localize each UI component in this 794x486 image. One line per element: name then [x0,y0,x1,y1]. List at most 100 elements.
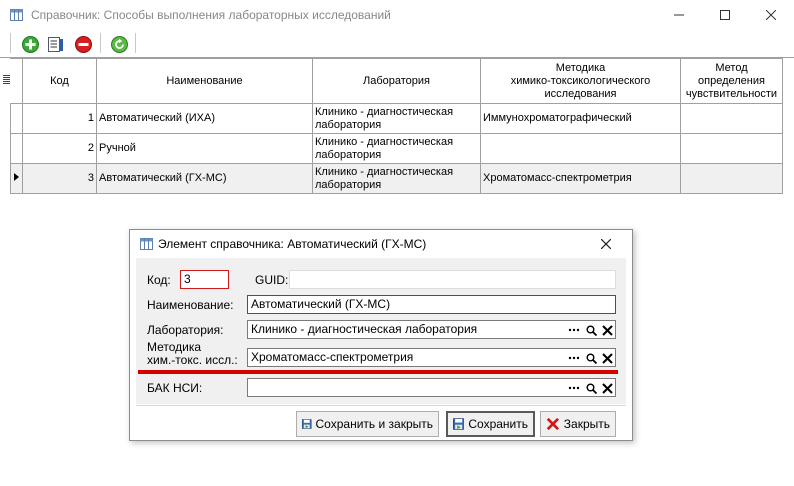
highlight-bar [138,370,618,374]
save-label: Сохранить [468,417,528,431]
cell-sensitivity[interactable] [680,163,783,194]
method-label-line2: хим.-токс. иссл.: [147,353,238,367]
cell-code[interactable]: 3 [22,163,97,194]
element-dialog: Элемент справочника: Автоматический (ГХ-… [129,229,633,441]
close-label: Закрыть [563,417,610,431]
window-title: Справочник: Способы выполнения лаборатор… [31,8,391,22]
edit-icon [47,36,63,52]
close-dialog-button[interactable]: Закрыть [540,411,616,437]
close-icon [601,239,611,249]
code-input[interactable]: 3 [180,270,229,289]
bak-label: БАК НСИ: [147,381,203,395]
data-grid: Код Наименование Лаборатория Методика хи… [0,58,783,194]
save-and-close-button[interactable]: Сохранить и закрыть [296,411,439,437]
list-settings-icon [3,74,10,84]
cell-name[interactable]: Автоматический (ГХ-МС) [96,163,313,194]
ellipsis-icon [568,386,580,390]
table-row[interactable]: 1 Автоматический (ИХА) Клинико - диагнос… [10,103,783,134]
cell-lab[interactable]: Клинико - диагностическая лаборатория [312,163,481,194]
lab-clear-button[interactable] [600,323,614,337]
window-titlebar: Справочник: Способы выполнения лаборатор… [0,0,794,30]
column-header-lab[interactable]: Лаборатория [312,58,481,104]
lab-value: Клинико - диагностическая лаборатория [251,322,478,336]
save-icon [302,419,312,429]
search-icon [586,383,597,394]
ellipsis-icon [568,328,580,332]
cell-method[interactable] [480,133,681,164]
guid-label: GUID: [255,273,289,287]
bak-clear-button[interactable] [600,381,614,395]
code-label: Код: [147,273,171,287]
bak-input[interactable] [247,378,616,397]
table-row[interactable]: 2 Ручной Клинико - диагностическая лабор… [10,133,783,164]
current-row-arrow-icon [14,173,19,181]
bak-search-button[interactable] [584,381,598,395]
row-indicator [10,133,23,164]
dialog-footer-divider [136,405,626,406]
cell-code[interactable]: 2 [22,133,97,164]
refresh-icon [110,35,128,53]
clear-icon [601,382,613,394]
toolbar-separator [10,33,11,53]
cell-sensitivity[interactable] [680,103,783,134]
refresh-button[interactable] [108,33,130,55]
lab-label: Лаборатория: [147,323,224,337]
cancel-x-icon [546,417,560,431]
table-icon [10,9,23,21]
delete-icon [74,35,92,53]
lab-select-button[interactable] [567,323,581,337]
maximize-icon [720,10,730,20]
guid-input[interactable] [289,270,616,289]
toolbar [0,30,794,57]
edit-button[interactable] [44,33,66,55]
column-header-method[interactable]: Методика химико-токсикологического иссле… [480,58,681,104]
save-icon [453,418,465,430]
method-search-button[interactable] [584,351,598,365]
search-icon [586,325,597,336]
grid-header: Код Наименование Лаборатория Методика хи… [0,58,783,104]
column-header-name[interactable]: Наименование [96,58,313,104]
maximize-button[interactable] [702,0,748,30]
add-icon [21,35,39,53]
column-header-code[interactable]: Код [22,58,97,104]
method-value: Хроматомасс-спектрометрия [251,350,414,364]
name-label: Наименование: [147,298,234,312]
save-and-close-label: Сохранить и закрыть [315,417,433,431]
row-indicator [10,163,23,194]
save-button[interactable]: Сохранить [446,411,535,437]
method-label-line1: Методика [147,340,202,354]
dialog-title: Элемент справочника: Автоматический (ГХ-… [158,237,427,251]
method-input[interactable]: Хроматомасс-спектрометрия [247,348,616,367]
lab-search-button[interactable] [584,323,598,337]
column-chooser-button[interactable] [0,58,13,104]
name-input[interactable]: Автоматический (ГХ-МС) [247,295,616,314]
cell-method[interactable]: Иммунохроматографический [480,103,681,134]
dialog-close-button[interactable] [592,234,620,254]
clear-icon [601,324,613,336]
column-header-sensitivity[interactable]: Метод определения чувствительности [680,58,783,104]
close-window-button[interactable] [748,0,794,30]
method-select-button[interactable] [567,351,581,365]
table-icon [140,238,153,250]
cell-name[interactable]: Ручной [96,133,313,164]
minimize-icon [674,14,684,16]
row-indicator [10,103,23,134]
table-row[interactable]: 3 Автоматический (ГХ-МС) Клинико - диагн… [10,163,783,194]
cell-method[interactable]: Хроматомасс-спектрометрия [480,163,681,194]
minimize-button[interactable] [656,0,702,30]
method-clear-button[interactable] [600,351,614,365]
delete-button[interactable] [72,33,94,55]
cell-lab[interactable]: Клинико - диагностическая лаборатория [312,133,481,164]
cell-name[interactable]: Автоматический (ИХА) [96,103,313,134]
dialog-body: Код: 3 GUID: Наименование: Автоматически… [136,258,626,404]
lab-input[interactable]: Клинико - диагностическая лаборатория [247,320,616,339]
bak-select-button[interactable] [567,381,581,395]
clear-icon [601,352,613,364]
dialog-titlebar: Элемент справочника: Автоматический (ГХ-… [130,230,632,258]
cell-lab[interactable]: Клинико - диагностическая лаборатория [312,103,481,134]
toolbar-separator [135,33,136,53]
ellipsis-icon [568,356,580,360]
cell-code[interactable]: 1 [22,103,97,134]
add-button[interactable] [19,33,41,55]
cell-sensitivity[interactable] [680,133,783,164]
